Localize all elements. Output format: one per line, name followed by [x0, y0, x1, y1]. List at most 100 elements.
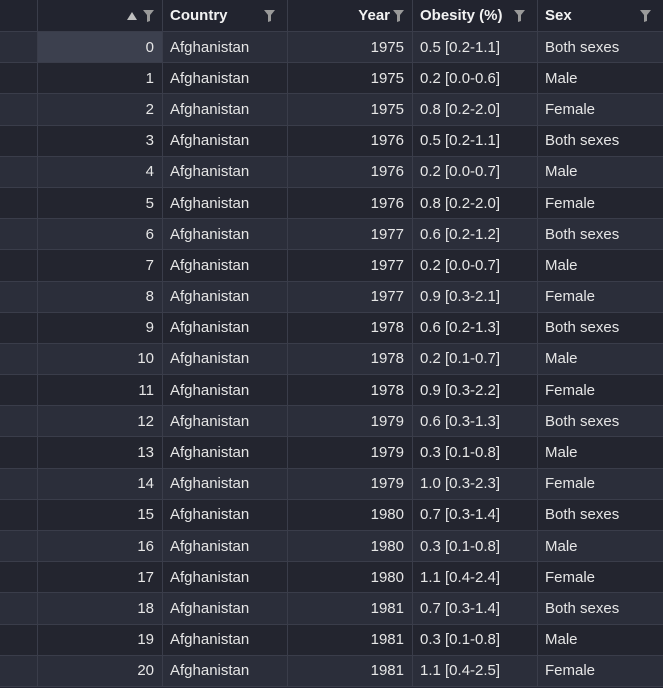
- cell-year[interactable]: 1981: [288, 624, 413, 655]
- cell-obesity[interactable]: 0.7 [0.3-1.4]: [413, 593, 538, 624]
- table-row[interactable]: 5 Afghanistan 1976 0.8 [0.2-2.0] Female: [0, 187, 663, 220]
- cell-obesity[interactable]: 0.2 [0.0-0.6]: [413, 63, 538, 94]
- cell-index[interactable]: 19: [38, 624, 163, 655]
- cell-sex[interactable]: Both sexes: [538, 500, 663, 530]
- cell-sex[interactable]: Both sexes: [538, 406, 663, 436]
- cell-obesity[interactable]: 0.3 [0.1-0.8]: [413, 437, 538, 468]
- table-row[interactable]: 16 Afghanistan 1980 0.3 [0.1-0.8] Male: [0, 531, 663, 563]
- cell-index[interactable]: 0: [38, 32, 163, 63]
- cell-sex[interactable]: Female: [538, 188, 663, 218]
- cell-year[interactable]: 1976: [288, 125, 413, 156]
- cell-year[interactable]: 1975: [288, 63, 413, 94]
- filter-icon[interactable]: [640, 9, 651, 22]
- column-header-sex[interactable]: Sex: [538, 0, 663, 31]
- row-gutter[interactable]: [0, 499, 38, 530]
- table-row[interactable]: 20 Afghanistan 1981 1.1 [0.4-2.5] Female: [0, 655, 663, 687]
- cell-year[interactable]: 1977: [288, 219, 413, 250]
- cell-country[interactable]: Afghanistan: [163, 343, 288, 375]
- row-gutter[interactable]: [0, 624, 38, 655]
- cell-year[interactable]: 1980: [288, 562, 413, 593]
- cell-obesity[interactable]: 0.6 [0.2-1.3]: [413, 312, 538, 343]
- cell-obesity[interactable]: 0.2 [0.0-0.7]: [413, 156, 538, 187]
- cell-index[interactable]: 14: [38, 468, 163, 499]
- cell-obesity[interactable]: 0.9 [0.3-2.1]: [413, 281, 538, 312]
- cell-sex[interactable]: Male: [538, 250, 663, 280]
- cell-year[interactable]: 1980: [288, 499, 413, 530]
- cell-sex[interactable]: Male: [538, 157, 663, 187]
- table-row[interactable]: 9 Afghanistan 1978 0.6 [0.2-1.3] Both sexes: [0, 312, 663, 344]
- cell-obesity[interactable]: 0.3 [0.1-0.8]: [413, 531, 538, 562]
- cell-year[interactable]: 1979: [288, 406, 413, 437]
- cell-index[interactable]: 5: [38, 187, 163, 219]
- cell-index[interactable]: 2: [38, 94, 163, 125]
- row-gutter[interactable]: [0, 125, 38, 156]
- cell-country[interactable]: Afghanistan: [163, 219, 288, 250]
- cell-index[interactable]: 11: [38, 375, 163, 406]
- cell-obesity[interactable]: 0.2 [0.1-0.7]: [413, 343, 538, 375]
- cell-sex[interactable]: Female: [538, 469, 663, 499]
- cell-sex[interactable]: Both sexes: [538, 126, 663, 156]
- column-header-index[interactable]: [38, 0, 163, 31]
- cell-index[interactable]: 9: [38, 312, 163, 343]
- row-gutter[interactable]: [0, 281, 38, 312]
- table-row[interactable]: 13 Afghanistan 1979 0.3 [0.1-0.8] Male: [0, 437, 663, 469]
- table-row[interactable]: 3 Afghanistan 1976 0.5 [0.2-1.1] Both sexes: [0, 125, 663, 157]
- cell-country[interactable]: Afghanistan: [163, 593, 288, 624]
- row-gutter[interactable]: [0, 63, 38, 94]
- cell-obesity[interactable]: 1.1 [0.4-2.5]: [413, 655, 538, 686]
- row-gutter[interactable]: [0, 94, 38, 125]
- cell-obesity[interactable]: 0.3 [0.1-0.8]: [413, 624, 538, 655]
- filter-icon[interactable]: [264, 9, 275, 22]
- column-header-year[interactable]: Year: [288, 0, 413, 31]
- cell-sex[interactable]: Male: [538, 531, 663, 561]
- cell-country[interactable]: Afghanistan: [163, 437, 288, 468]
- cell-country[interactable]: Afghanistan: [163, 468, 288, 499]
- row-gutter[interactable]: [0, 187, 38, 219]
- cell-year[interactable]: 1975: [288, 32, 413, 63]
- cell-year[interactable]: 1977: [288, 281, 413, 312]
- cell-year[interactable]: 1978: [288, 312, 413, 343]
- table-row[interactable]: 19 Afghanistan 1981 0.3 [0.1-0.8] Male: [0, 624, 663, 656]
- row-gutter[interactable]: [0, 312, 38, 343]
- cell-index[interactable]: 15: [38, 499, 163, 530]
- cell-sex[interactable]: Female: [538, 375, 663, 405]
- row-gutter[interactable]: [0, 531, 38, 562]
- table-row[interactable]: 10 Afghanistan 1978 0.2 [0.1-0.7] Male: [0, 343, 663, 376]
- cell-country[interactable]: Afghanistan: [163, 655, 288, 686]
- cell-sex[interactable]: Female: [538, 94, 663, 124]
- cell-year[interactable]: 1981: [288, 655, 413, 686]
- filter-icon[interactable]: [393, 9, 404, 22]
- row-gutter[interactable]: [0, 375, 38, 406]
- cell-country[interactable]: Afghanistan: [163, 94, 288, 125]
- cell-year[interactable]: 1976: [288, 187, 413, 219]
- cell-obesity[interactable]: 1.0 [0.3-2.3]: [413, 468, 538, 499]
- cell-index[interactable]: 10: [38, 343, 163, 375]
- column-header-obesity[interactable]: Obesity (%): [413, 0, 538, 31]
- cell-index[interactable]: 4: [38, 156, 163, 187]
- row-gutter[interactable]: [0, 32, 38, 63]
- table-row[interactable]: 0 Afghanistan 1975 0.5 [0.2-1.1] Both sexes: [0, 32, 663, 64]
- cell-obesity[interactable]: 0.6 [0.3-1.3]: [413, 406, 538, 437]
- filter-icon[interactable]: [143, 9, 154, 22]
- cell-country[interactable]: Afghanistan: [163, 499, 288, 530]
- row-gutter[interactable]: [0, 219, 38, 250]
- table-row[interactable]: 12 Afghanistan 1979 0.6 [0.3-1.3] Both sexes: [0, 406, 663, 438]
- cell-year[interactable]: 1978: [288, 375, 413, 406]
- filter-icon[interactable]: [514, 9, 525, 22]
- cell-index[interactable]: 16: [38, 531, 163, 562]
- table-row[interactable]: 6 Afghanistan 1977 0.6 [0.2-1.2] Both sexes: [0, 219, 663, 251]
- row-gutter[interactable]: [0, 437, 38, 468]
- cell-year[interactable]: 1981: [288, 593, 413, 624]
- table-row[interactable]: 1 Afghanistan 1975 0.2 [0.0-0.6] Male: [0, 63, 663, 95]
- cell-index[interactable]: 7: [38, 250, 163, 281]
- cell-country[interactable]: Afghanistan: [163, 624, 288, 655]
- cell-index[interactable]: 12: [38, 406, 163, 437]
- cell-sex[interactable]: Male: [538, 63, 663, 93]
- cell-index[interactable]: 1: [38, 63, 163, 94]
- cell-sex[interactable]: Female: [538, 562, 663, 592]
- row-gutter[interactable]: [0, 593, 38, 624]
- cell-country[interactable]: Afghanistan: [163, 250, 288, 281]
- table-row[interactable]: 18 Afghanistan 1981 0.7 [0.3-1.4] Both sexes: [0, 593, 663, 625]
- cell-sex[interactable]: Both sexes: [538, 313, 663, 343]
- cell-sex[interactable]: Male: [538, 625, 663, 655]
